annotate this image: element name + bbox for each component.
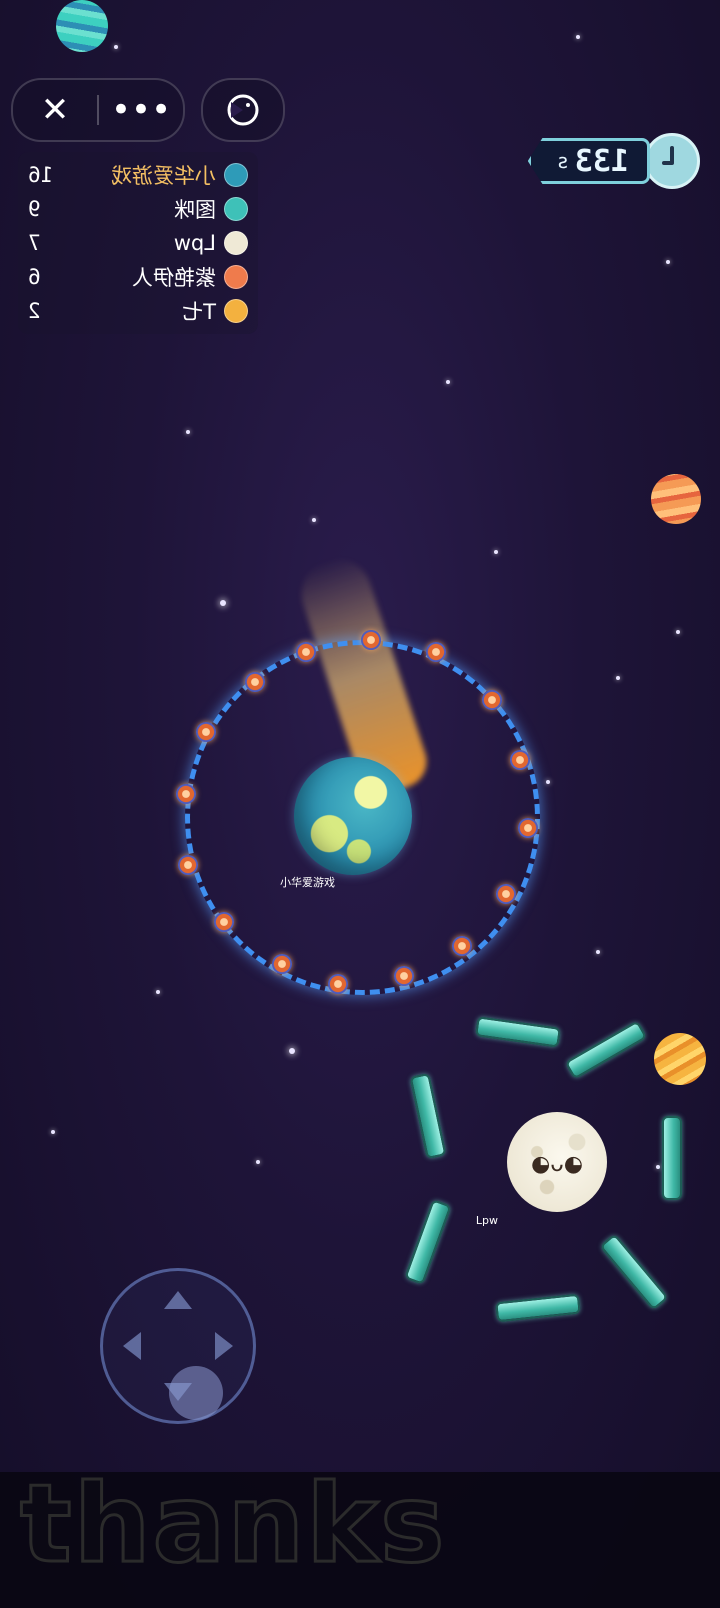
joystick-left-arrow-icon: [215, 1332, 247, 1360]
close-button[interactable]: ✕: [13, 80, 97, 140]
player-score: 16: [28, 163, 54, 187]
player-planet-icon: [224, 163, 248, 187]
joystick-up-arrow-icon: [164, 1277, 192, 1309]
earth-player-tag: 小华爱游戏: [280, 876, 335, 889]
player-name: 小华爱游戏: [111, 164, 216, 188]
ring-spike: [178, 855, 198, 875]
timer-display: 133 s: [528, 138, 650, 184]
ring-spike: [482, 690, 502, 710]
close-icon: ✕: [40, 90, 70, 130]
player-earth: [294, 757, 412, 875]
player-score: 7: [28, 231, 41, 255]
leaderboard-row: T七 2: [28, 294, 248, 328]
more-button[interactable]: •••: [99, 80, 183, 140]
leaderboard-row: 图咪 9: [28, 192, 248, 226]
weapon-tube: [599, 1233, 669, 1311]
star: [446, 380, 450, 384]
star: [546, 780, 550, 784]
leaderboard: 小华爱游戏 16 图咪 9 Lpw 7 紫艳伊人 6 T七 2: [18, 152, 258, 334]
star: [576, 35, 580, 39]
video-caption: thanks: [18, 1461, 447, 1589]
ring-spike: [518, 818, 538, 838]
star: [596, 950, 600, 954]
player-score: 2: [28, 299, 41, 323]
virtual-joystick[interactable]: [100, 1268, 256, 1424]
timer-value: 133: [574, 143, 629, 179]
mirrored-scene: 小华爱游戏 ◕ᴗ◕ Lpw ••• ✕ 133 s 小华爱游戏 16 图咪 9 …: [0, 0, 720, 1608]
leaderboard-row: Lpw 7: [28, 226, 248, 260]
weapon-tube: [662, 1116, 682, 1200]
leaderboard-row: 小华爱游戏 16: [28, 158, 248, 192]
moon-face-icon: ◕ᴗ◕: [531, 1152, 583, 1177]
ring-spike: [496, 884, 516, 904]
timer-unit: s: [556, 149, 569, 173]
orange-planet: [651, 474, 701, 524]
pacman-face-icon: [227, 94, 259, 126]
weapon-tube: [564, 1020, 648, 1080]
ring-spike: [196, 722, 216, 742]
game-stage[interactable]: 小华爱游戏 ◕ᴗ◕ Lpw ••• ✕ 133 s 小华爱游戏 16 图咪 9 …: [0, 0, 720, 1608]
player-name: 紫艳伊人: [132, 266, 216, 290]
ring-spike: [361, 630, 381, 650]
player-name: Lpw: [173, 231, 216, 255]
player-planet-icon: [224, 197, 248, 221]
player-planet-icon: [224, 299, 248, 323]
star: [51, 1130, 55, 1134]
menu-capsule: ••• ✕: [11, 78, 185, 142]
player-name: 图咪: [174, 198, 216, 222]
moon-player-tag: Lpw: [475, 1214, 498, 1227]
star: [186, 430, 190, 434]
star: [220, 600, 226, 606]
clock-icon: [644, 133, 700, 189]
joystick-knob[interactable]: [169, 1366, 223, 1420]
capsule-divider: [97, 95, 99, 125]
joystick-right-arrow-icon: [109, 1332, 141, 1360]
ring-spike: [510, 750, 530, 770]
ring-spike: [245, 672, 265, 692]
round-timer: 133 s: [540, 133, 700, 189]
player-planet-icon: [224, 265, 248, 289]
star: [114, 45, 118, 49]
ring-spike: [214, 912, 234, 932]
player-score: 6: [28, 265, 41, 289]
star: [289, 1048, 295, 1054]
star: [156, 990, 160, 994]
yellow-planet: [654, 1033, 706, 1085]
star: [676, 630, 680, 634]
player-name: T七: [182, 300, 216, 324]
weapon-tube: [495, 1293, 581, 1323]
player-planet-icon: [224, 231, 248, 255]
ring-spike: [176, 784, 196, 804]
teal-planet: [56, 0, 108, 52]
ring-spike: [452, 936, 472, 956]
weapon-tube: [475, 1016, 561, 1048]
star: [616, 676, 620, 680]
star: [312, 518, 316, 522]
ring-spike: [272, 954, 292, 974]
star: [666, 260, 670, 264]
game-icon-button[interactable]: [201, 78, 285, 142]
weapon-tube: [404, 1199, 452, 1285]
star: [494, 550, 498, 554]
ring-spike: [394, 966, 414, 986]
ring-spike: [296, 642, 316, 662]
star: [256, 1160, 260, 1164]
weapon-tube: [409, 1072, 447, 1160]
ring-spike: [328, 974, 348, 994]
star: [656, 1165, 660, 1169]
player-moon: ◕ᴗ◕: [507, 1112, 607, 1212]
more-icon: •••: [110, 90, 172, 130]
leaderboard-row: 紫艳伊人 6: [28, 260, 248, 294]
ring-spike: [426, 642, 446, 662]
player-score: 9: [28, 197, 41, 221]
